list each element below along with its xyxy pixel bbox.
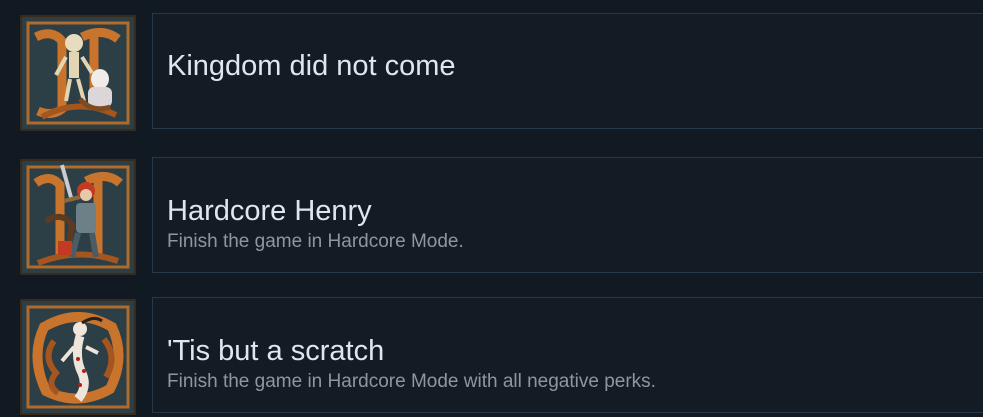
achievement-title: Hardcore Henry <box>167 195 372 227</box>
achievement-card: 'Tis but a scratch Finish the game in Ha… <box>152 297 983 413</box>
skeleton-illuminated-letter-icon <box>20 15 136 131</box>
achievement-row[interactable]: Kingdom did not come <box>0 13 983 131</box>
achievement-row[interactable]: Hardcore Henry Finish the game in Hardco… <box>0 157 983 275</box>
achievement-row[interactable]: 'Tis but a scratch Finish the game in Ha… <box>0 297 983 415</box>
achievement-title: Kingdom did not come <box>167 50 456 82</box>
achievement-description: Finish the game in Hardcore Mode with al… <box>167 371 656 392</box>
achievement-title: 'Tis but a scratch <box>167 335 385 367</box>
achievement-description: Finish the game in Hardcore Mode. <box>167 231 464 252</box>
achievement-card: Hardcore Henry Finish the game in Hardco… <box>152 157 983 273</box>
wounded-figure-illuminated-letter-icon <box>20 299 136 415</box>
achievement-card: Kingdom did not come <box>152 13 983 129</box>
achievement-list: Kingdom did not come Hardcore Henry Fini… <box>0 0 983 417</box>
knight-sword-illuminated-letter-icon <box>20 159 136 275</box>
